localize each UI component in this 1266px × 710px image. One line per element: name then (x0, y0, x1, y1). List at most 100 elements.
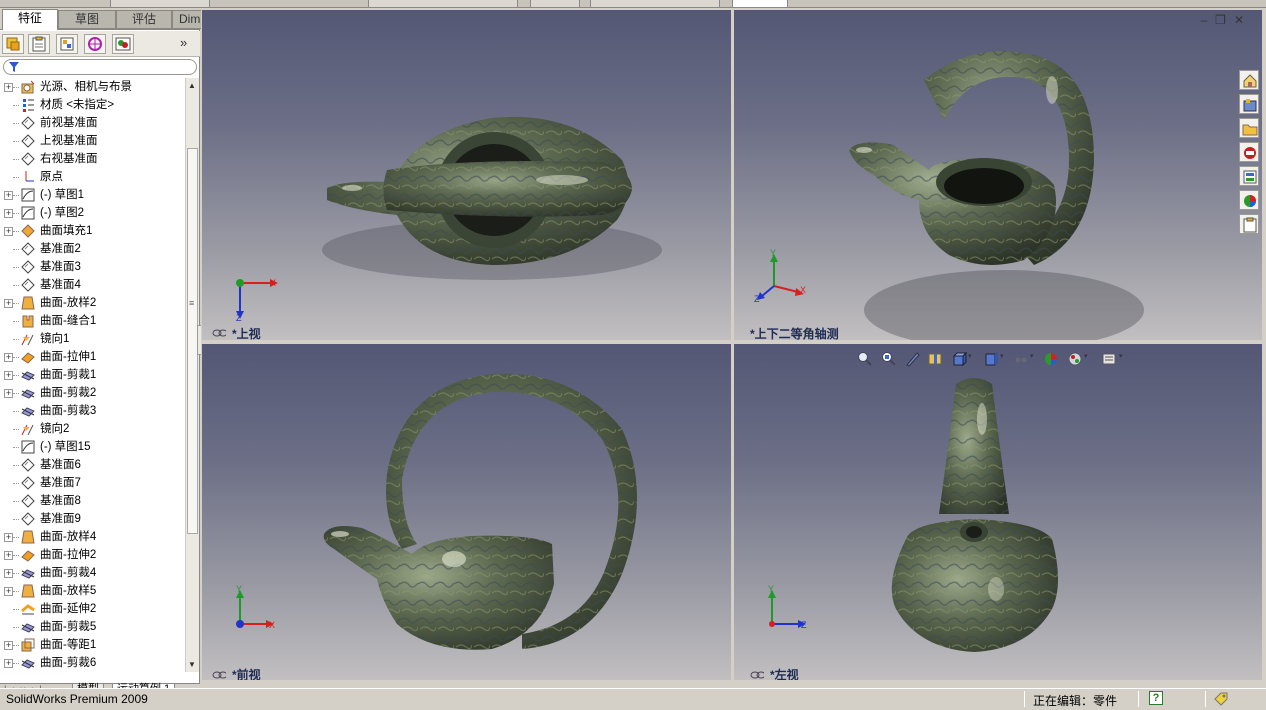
expand-icon[interactable]: + (4, 191, 13, 200)
tree-scrollbar[interactable]: ▲ ≡ ▼ (185, 78, 199, 672)
scroll-up-icon[interactable]: ▲ (188, 81, 196, 90)
expand-icon[interactable]: + (4, 227, 13, 236)
tree-item[interactable]: 曲面-剪裁5 (0, 618, 185, 636)
tree-item[interactable]: + (-) 草图1 (0, 186, 185, 204)
expand-icon[interactable]: + (4, 659, 13, 668)
previous-view-icon[interactable] (905, 351, 921, 367)
view-orientation-icon[interactable] (951, 351, 967, 367)
tree-item[interactable]: 基准面4 (0, 276, 185, 294)
tree-item[interactable]: 基准面9 (0, 510, 185, 528)
tree-item[interactable]: (-) 草图15 (0, 438, 185, 456)
document-tab-active[interactable] (732, 0, 788, 8)
expand-icon[interactable]: + (4, 83, 13, 92)
tree-item[interactable]: + (-) 草图2 (0, 204, 185, 222)
task-pane-view-palette[interactable] (1239, 142, 1259, 162)
tree-item[interactable]: + 曲面-剪裁6 (0, 654, 185, 672)
tree-filter-input[interactable] (3, 59, 197, 75)
tree-item[interactable]: 材质 <未指定> (0, 96, 185, 114)
edit-appearance-icon[interactable] (1043, 351, 1059, 367)
tree-item[interactable]: 曲面-缝合1 (0, 312, 185, 330)
task-pane-scenes[interactable] (1239, 190, 1259, 210)
display-style-icon[interactable] (983, 351, 999, 367)
task-pane-appearances[interactable] (1239, 166, 1259, 186)
dimxpert-manager-tab[interactable] (84, 34, 106, 54)
tree-item[interactable]: 右视基准面 (0, 150, 185, 168)
expand-icon[interactable]: + (4, 641, 13, 650)
tree-item[interactable]: 镜向2 (0, 420, 185, 438)
document-tab[interactable] (368, 0, 518, 8)
dropdown-arrow-icon[interactable]: ▾ (1030, 352, 1034, 360)
document-tab[interactable] (110, 0, 210, 8)
panel-tabs-more[interactable]: » (180, 35, 187, 50)
display-manager-tab[interactable] (112, 34, 134, 54)
dropdown-arrow-icon[interactable]: ▾ (1119, 352, 1123, 360)
tree-item[interactable]: 曲面-剪裁3 (0, 402, 185, 420)
restore-icon[interactable]: ❐ (1215, 13, 1234, 27)
tags-icon[interactable] (1213, 691, 1229, 707)
graphics-area[interactable]: X Z *上视 Y X Z *上下二等角轴测 Y X *前视 Y Z *左视 ▾… (201, 8, 1266, 688)
viewport-front[interactable]: Y X *前视 (202, 344, 731, 680)
document-tab[interactable] (530, 0, 580, 8)
tab-evaluate[interactable]: 评估 (116, 10, 172, 29)
tree-item[interactable]: + 曲面-等距1 (0, 636, 185, 654)
scroll-down-icon[interactable]: ▼ (188, 660, 196, 669)
tree-item[interactable]: 基准面6 (0, 456, 185, 474)
feature-manager-tab[interactable] (2, 34, 24, 54)
view-settings-icon[interactable] (1101, 351, 1117, 367)
viewport-trimetric[interactable]: Y X Z *上下二等角轴测 (734, 10, 1262, 340)
tree-item[interactable]: 原点 (0, 168, 185, 186)
tree-item[interactable]: 基准面8 (0, 492, 185, 510)
tree-item[interactable]: + 曲面-剪裁2 (0, 384, 185, 402)
tree-item[interactable]: 曲面-延伸2 (0, 600, 185, 618)
tree-item[interactable]: + 曲面-放样4 (0, 528, 185, 546)
tree-item[interactable]: 基准面7 (0, 474, 185, 492)
tree-item[interactable]: + 曲面-剪裁4 (0, 564, 185, 582)
tree-item[interactable]: 基准面2 (0, 240, 185, 258)
expand-icon[interactable]: + (4, 533, 13, 542)
tree-item[interactable]: 镜向1 (0, 330, 185, 348)
tree-item[interactable]: 基准面3 (0, 258, 185, 276)
dropdown-arrow-icon[interactable]: ▾ (968, 352, 972, 360)
expand-icon[interactable]: + (4, 353, 13, 362)
tree-item[interactable]: 前视基准面 (0, 114, 185, 132)
view-link-icon[interactable] (212, 671, 226, 679)
task-pane-design-library[interactable] (1239, 94, 1259, 114)
expand-icon[interactable]: + (4, 551, 13, 560)
expand-icon[interactable]: + (4, 371, 13, 380)
expand-icon[interactable]: + (4, 209, 13, 218)
tree-item[interactable]: + 曲面-拉伸1 (0, 348, 185, 366)
apply-scene-icon[interactable] (1067, 351, 1083, 367)
tree-item[interactable]: + 曲面-拉伸2 (0, 546, 185, 564)
document-tab[interactable] (590, 0, 720, 8)
task-pane-custom-properties[interactable] (1239, 214, 1259, 234)
tree-item[interactable]: + 曲面填充1 (0, 222, 185, 240)
tree-item[interactable]: 上视基准面 (0, 132, 185, 150)
section-view-icon[interactable] (927, 351, 943, 367)
task-pane-file-explorer[interactable] (1239, 118, 1259, 138)
hide-show-items-icon[interactable] (1013, 351, 1029, 367)
tree-item[interactable]: + 曲面-剪裁1 (0, 366, 185, 384)
viewport-top[interactable]: X Z *上视 (202, 10, 731, 340)
tab-sketch[interactable]: 草图 (58, 10, 116, 29)
expand-icon[interactable]: + (4, 569, 13, 578)
configuration-manager-tab[interactable] (56, 34, 78, 54)
tree-item[interactable]: + 曲面-放样5 (0, 582, 185, 600)
expand-icon[interactable]: + (4, 299, 13, 308)
tab-features[interactable]: 特征 (2, 9, 58, 30)
close-icon[interactable]: ✕ (1234, 13, 1252, 27)
dropdown-arrow-icon[interactable]: ▾ (1000, 352, 1004, 360)
dropdown-arrow-icon[interactable]: ▾ (1084, 352, 1088, 360)
minimize-icon[interactable]: – (1200, 13, 1215, 27)
zoom-to-area-icon[interactable] (881, 351, 897, 367)
tree-item[interactable]: + 光源、相机与布景 (0, 78, 185, 96)
help-icon[interactable]: ? (1149, 691, 1163, 705)
property-manager-tab[interactable] (28, 34, 50, 54)
zoom-to-fit-icon[interactable] (857, 351, 873, 367)
tree-item[interactable]: + 曲面-放样2 (0, 294, 185, 312)
view-link-icon[interactable] (212, 329, 226, 337)
task-pane-home[interactable] (1239, 70, 1259, 90)
expand-icon[interactable]: + (4, 389, 13, 398)
view-link-icon[interactable] (750, 671, 764, 679)
viewport-left[interactable]: Y Z *左视 (734, 344, 1262, 680)
expand-icon[interactable]: + (4, 587, 13, 596)
